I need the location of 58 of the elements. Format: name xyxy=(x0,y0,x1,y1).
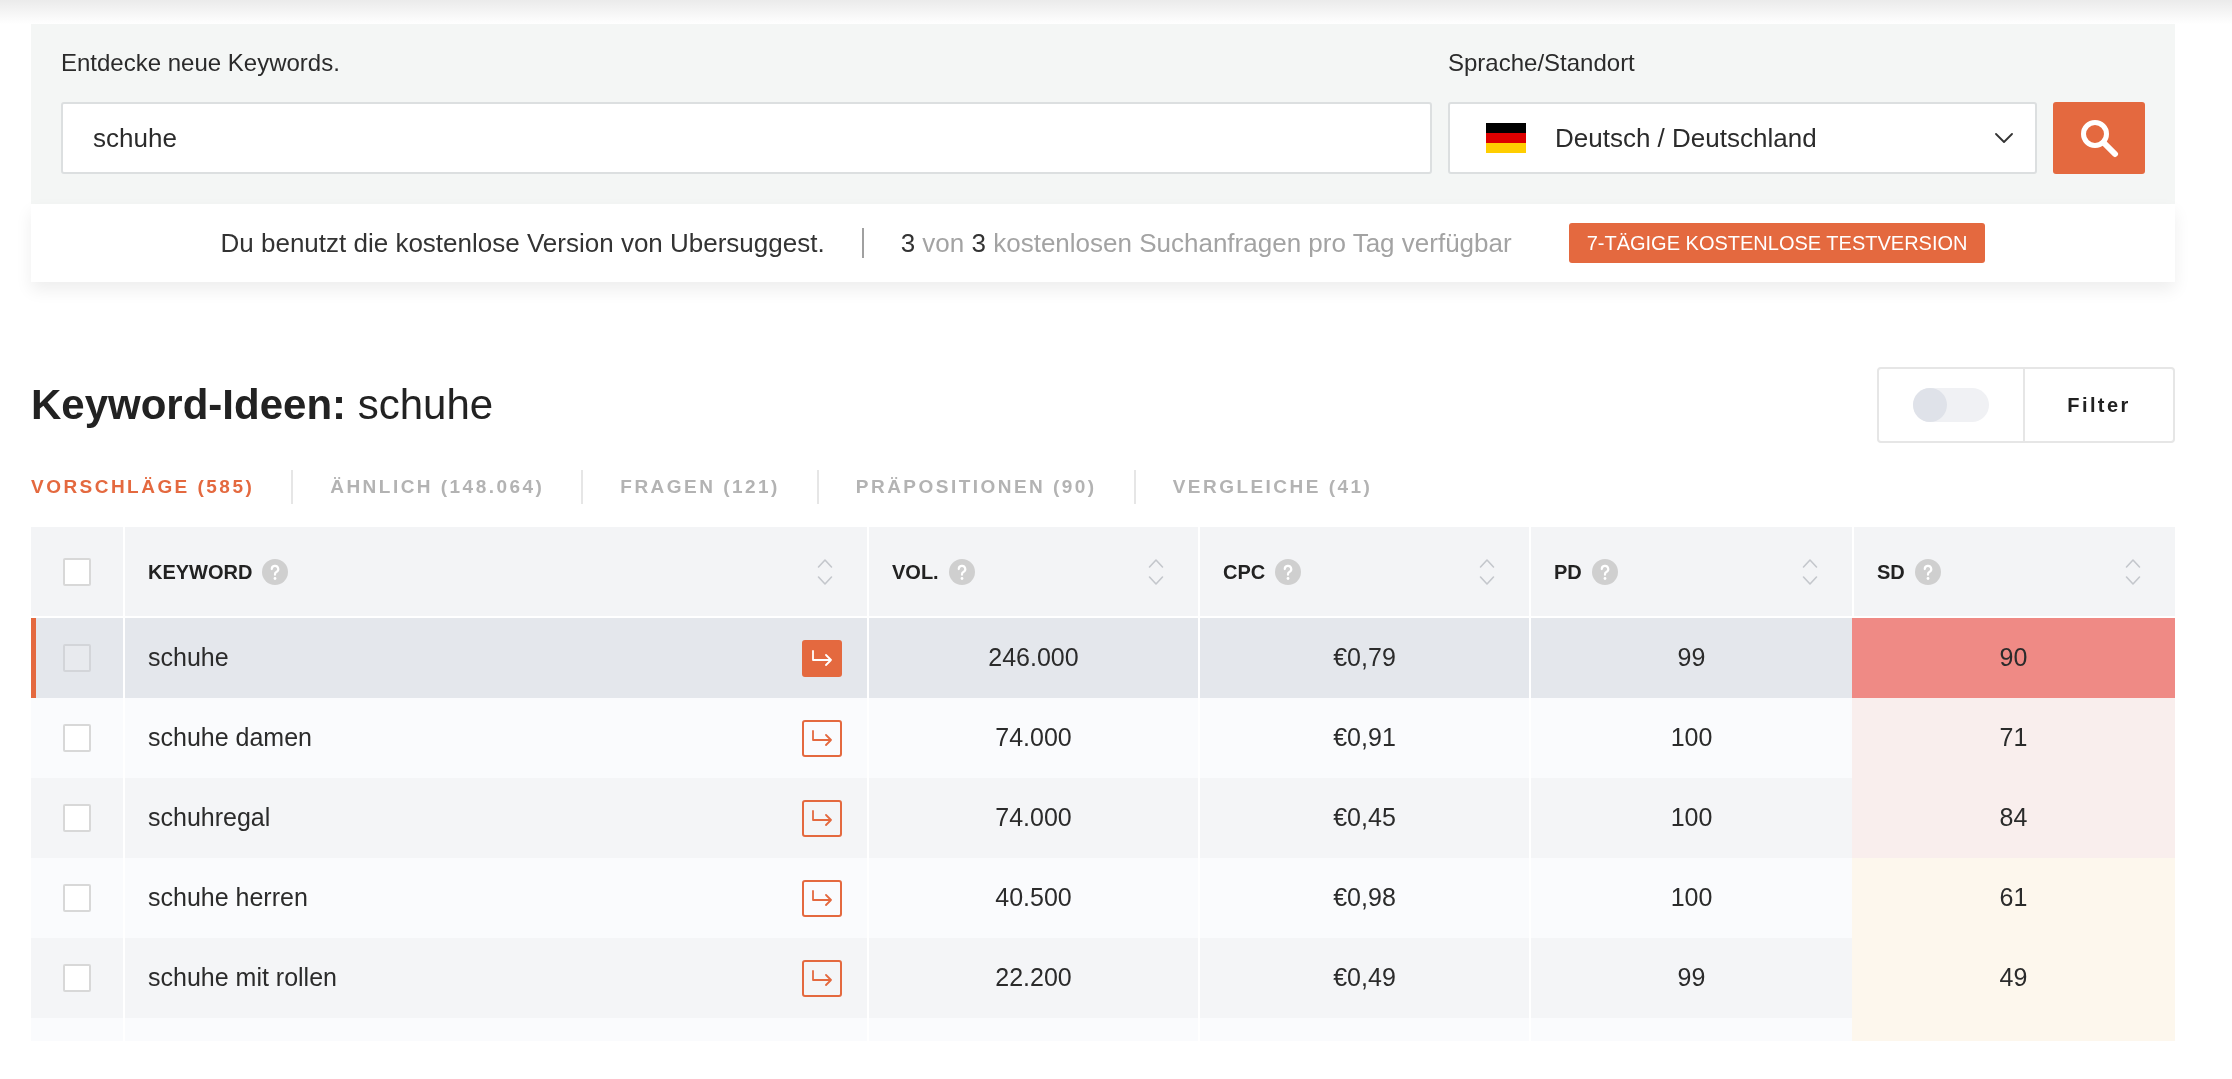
difficulty-cell: 90 xyxy=(1852,618,2175,698)
search-field[interactable]: schuhe xyxy=(61,102,1432,174)
filter-toggle[interactable] xyxy=(1913,388,1989,422)
checkbox[interactable] xyxy=(63,884,91,912)
help-icon[interactable] xyxy=(1914,558,1941,585)
difficulty-cell: 61 xyxy=(1852,858,2175,938)
keyword-text: schuhe damen xyxy=(148,722,312,754)
difficulty-cell: 71 xyxy=(1852,698,2175,778)
arrow-icon xyxy=(811,890,833,906)
help-icon[interactable] xyxy=(262,558,289,585)
column-header[interactable]: PD xyxy=(1554,556,1582,587)
checkbox[interactable] xyxy=(63,804,91,832)
usage-counter: 3 von 3 kostenlosen Suchanfragen pro Tag verfügbar xyxy=(900,226,1512,260)
table-row[interactable]: schuhe mit rollen 22.200 €0,49 99 49 xyxy=(31,938,2175,1018)
keyword-action-button[interactable] xyxy=(802,639,842,677)
keyword-action-button[interactable] xyxy=(802,719,842,757)
help-icon[interactable] xyxy=(1591,558,1618,585)
column-header[interactable]: KEYWORD xyxy=(148,556,253,587)
keyword-action-button[interactable] xyxy=(802,959,842,997)
page-heading: Keyword-Ideen: schuhe xyxy=(31,384,494,426)
arrow-icon xyxy=(811,810,833,826)
arrow-icon xyxy=(811,650,833,666)
keyword-action-button[interactable] xyxy=(802,879,842,917)
location-label: Sprache/Standort xyxy=(1448,48,1636,78)
keyword-text: schuhe herren xyxy=(148,882,308,914)
checkbox[interactable] xyxy=(63,557,91,586)
difficulty-cell: 84 xyxy=(1852,778,2175,858)
filter-button[interactable]: Filter xyxy=(2025,369,2173,441)
sort-icon[interactable] xyxy=(2125,557,2141,586)
search-button[interactable] xyxy=(2053,102,2145,174)
help-icon[interactable] xyxy=(948,558,975,585)
difficulty-cell: 49 xyxy=(1852,938,2175,1018)
chevron-down-icon xyxy=(1995,133,2013,143)
arrow-icon xyxy=(811,730,833,746)
help-icon[interactable] xyxy=(1275,558,1302,585)
sort-icon[interactable] xyxy=(817,557,833,586)
table-row[interactable]: schuhe 246.000 €0,79 99 90 xyxy=(31,618,2175,698)
sort-icon[interactable] xyxy=(1802,557,1818,586)
sort-icon[interactable] xyxy=(1148,557,1164,586)
column-header[interactable]: VOL. xyxy=(892,556,939,587)
search-icon xyxy=(2079,118,2119,158)
flag-icon xyxy=(1486,123,1526,153)
keyword-text: schuhregal xyxy=(148,802,271,834)
column-header[interactable]: SD xyxy=(1877,556,1905,587)
arrow-icon xyxy=(811,970,833,986)
column-header[interactable]: CPC xyxy=(1223,556,1266,587)
checkbox[interactable] xyxy=(63,724,91,752)
table-row[interactable]: schuhe damen 74.000 €0,91 100 71 xyxy=(31,698,2175,778)
table-row[interactable]: schuhe herren 40.500 €0,98 100 61 xyxy=(31,858,2175,938)
keyword-text: schuhe xyxy=(148,642,229,674)
checkbox[interactable] xyxy=(63,964,91,992)
keyword-action-button[interactable] xyxy=(802,799,842,837)
notice-text: Du benutzt die kostenlose Version von Ubersuggest. xyxy=(220,226,825,260)
search-label: Entdecke neue Keywords. xyxy=(61,48,341,78)
keyword-text: schuhe mit rollen xyxy=(148,962,337,994)
table-row[interactable]: schuhregal 74.000 €0,45 100 84 xyxy=(31,778,2175,858)
language-dropdown[interactable]: Deutsch / Deutschland xyxy=(1448,102,2037,174)
sort-icon[interactable] xyxy=(1479,557,1495,586)
